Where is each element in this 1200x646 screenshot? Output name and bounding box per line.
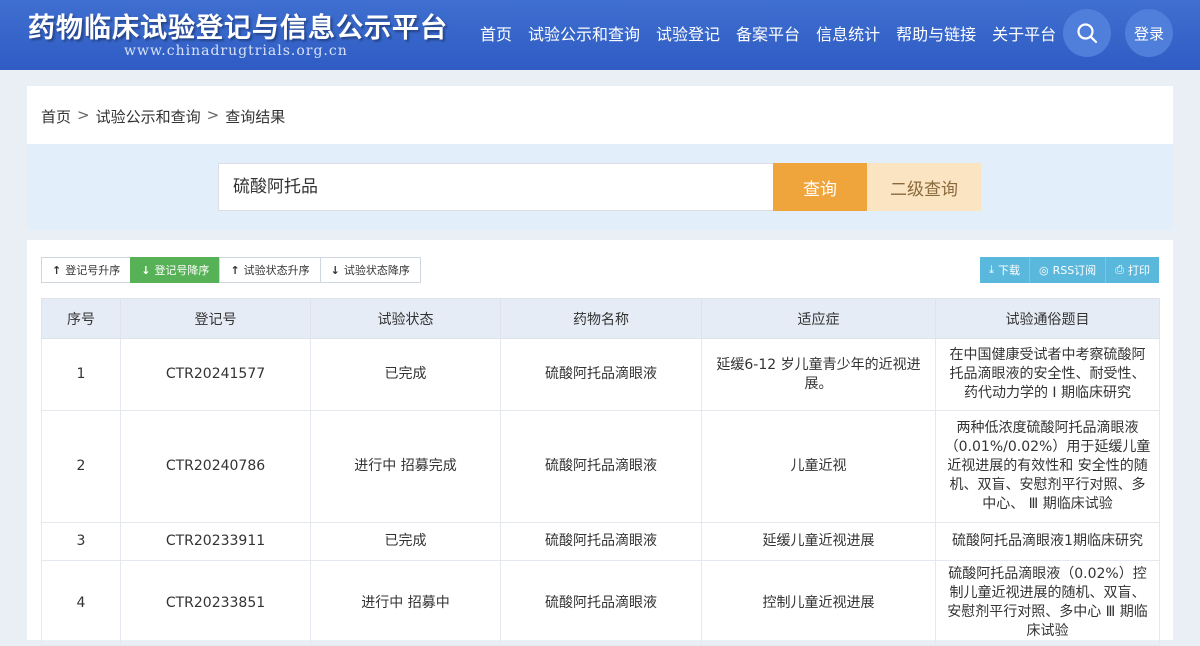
col-header-drug: 药物名称 — [500, 298, 702, 339]
results-table: 序号 登记号 试验状态 药物名称 适应症 试验通俗题目 1 CTR2024157… — [41, 298, 1160, 646]
download-button[interactable]: ⤓ 下载 — [980, 257, 1030, 283]
site-brand[interactable]: 药物临床试验登记与信息公示平台 www.chinadrugtrials.org.… — [28, 6, 448, 59]
nav-trial-registration[interactable]: 试验登记 — [656, 21, 720, 45]
cell-indication: 控制儿童近视进展 — [701, 560, 936, 646]
search-band: 硫酸阿托品 查询 二级查询 — [27, 144, 1173, 230]
sort-bar: ↑ 登记号升序 ↓ 登记号降序 ↑ 试验状态升序 ↓ 试验状态降序 — [41, 257, 421, 283]
breadcrumb-separator: > — [206, 106, 220, 124]
cell-regno[interactable]: CTR20233911 — [120, 522, 311, 561]
col-header-regno: 登记号 — [120, 298, 311, 339]
print-icon: ⎙ — [1115, 263, 1124, 276]
arrow-up-icon: ↑ — [230, 263, 240, 277]
table-header-row: 序号 登记号 试验状态 药物名称 适应症 试验通俗题目 — [41, 298, 1160, 339]
cell-drug: 硫酸阿托品滴眼液 — [500, 338, 702, 411]
cell-index: 1 — [41, 338, 121, 411]
nav-trial-search[interactable]: 试验公示和查询 — [528, 21, 640, 45]
sort-status-asc-button[interactable]: ↑ 试验状态升序 — [219, 257, 321, 283]
query-button[interactable]: 查询 — [773, 163, 867, 211]
breadcrumb-home[interactable]: 首页 — [41, 106, 71, 127]
top-header: 药物临床试验登记与信息公示平台 www.chinadrugtrials.org.… — [0, 0, 1200, 70]
cell-index: 2 — [41, 410, 121, 523]
nav-filing-platform[interactable]: 备案平台 — [736, 21, 800, 45]
col-header-indication: 适应症 — [701, 298, 936, 339]
main-nav: 首页 试验公示和查询 试验登记 备案平台 信息统计 帮助与链接 关于平台 — [480, 0, 1072, 66]
arrow-down-icon: ↓ — [330, 263, 340, 277]
table-row[interactable]: 2 CTR20240786 进行中 招募完成 硫酸阿托品滴眼液 儿童近视 两种低… — [41, 410, 1160, 523]
cell-drug: 硫酸阿托品滴眼液 — [500, 560, 702, 646]
cell-title[interactable]: 两种低浓度硫酸阿托品滴眼液（0.01%/0.02%）用于延缓儿童近视进展的有效性… — [935, 410, 1160, 523]
cell-title[interactable]: 硫酸阿托品滴眼液（0.02%）控制儿童近视进展的随机、双盲、安慰剂平行对照、多中… — [935, 560, 1160, 646]
breadcrumb-current: 查询结果 — [225, 108, 286, 126]
arrow-down-icon: ↓ — [141, 263, 151, 277]
nav-statistics[interactable]: 信息统计 — [816, 21, 880, 45]
breadcrumb-trial-search[interactable]: 试验公示和查询 — [96, 106, 201, 127]
rss-label: RSS订阅 — [1052, 264, 1097, 277]
col-header-index: 序号 — [41, 298, 121, 339]
sort-label: 试验状态降序 — [343, 264, 410, 277]
cell-title[interactable]: 硫酸阿托品滴眼液1期临床研究 — [935, 522, 1160, 561]
cell-status: 已完成 — [310, 338, 501, 411]
sort-regno-desc-button[interactable]: ↓ 登记号降序 — [130, 257, 221, 283]
sort-label: 登记号降序 — [154, 264, 210, 277]
col-header-title: 试验通俗题目 — [935, 298, 1160, 339]
site-title: 药物临床试验登记与信息公示平台 — [28, 13, 448, 44]
cell-status: 进行中 招募中 — [310, 560, 501, 646]
table-row[interactable]: 1 CTR20241577 已完成 硫酸阿托品滴眼液 延缓6-12 岁儿童青少年… — [41, 338, 1160, 411]
table-row[interactable]: 3 CTR20233911 已完成 硫酸阿托品滴眼液 延缓儿童近视进展 硫酸阿托… — [41, 522, 1160, 561]
login-button[interactable]: 登录 — [1125, 9, 1173, 57]
cell-regno[interactable]: CTR20233851 — [120, 560, 311, 646]
cell-status: 已完成 — [310, 522, 501, 561]
rss-button[interactable]: ◎ RSS订阅 — [1029, 257, 1107, 283]
table-row[interactable]: 4 CTR20233851 进行中 招募中 硫酸阿托品滴眼液 控制儿童近视进展 … — [41, 560, 1160, 646]
sort-regno-asc-button[interactable]: ↑ 登记号升序 — [41, 257, 132, 283]
advanced-query-button[interactable]: 二级查询 — [867, 163, 981, 211]
cell-indication: 延缓6-12 岁儿童青少年的近视进展。 — [701, 338, 936, 411]
results-card: ↑ 登记号升序 ↓ 登记号降序 ↑ 试验状态升序 ↓ 试验状态降序 ⤓ 下载 ◎… — [27, 240, 1173, 646]
cell-regno[interactable]: CTR20240786 — [120, 410, 311, 523]
cell-regno[interactable]: CTR20241577 — [120, 338, 311, 411]
site-url: www.chinadrugtrials.org.cn — [124, 43, 348, 59]
header-search-button[interactable] — [1063, 9, 1111, 57]
col-header-status: 试验状态 — [310, 298, 501, 339]
breadcrumb: 首页 > 试验公示和查询 > 查询结果 — [41, 106, 285, 127]
export-toolbar: ⤓ 下载 ◎ RSS订阅 ⎙ 打印 — [980, 257, 1159, 283]
download-label: 下载 — [997, 264, 1020, 277]
download-icon: ⤓ — [989, 263, 994, 276]
cell-index: 3 — [41, 522, 121, 561]
rss-icon: ◎ — [1038, 263, 1049, 277]
sort-status-desc-button[interactable]: ↓ 试验状态降序 — [319, 257, 421, 283]
sort-label: 登记号升序 — [65, 264, 121, 277]
cell-indication: 儿童近视 — [701, 410, 936, 523]
nav-help-links[interactable]: 帮助与链接 — [896, 21, 976, 45]
cell-index: 4 — [41, 560, 121, 646]
cell-drug: 硫酸阿托品滴眼液 — [500, 410, 702, 523]
sort-label: 试验状态升序 — [243, 264, 310, 277]
breadcrumb-card: 首页 > 试验公示和查询 > 查询结果 — [27, 86, 1173, 144]
nav-about[interactable]: 关于平台 — [992, 21, 1056, 45]
search-input[interactable]: 硫酸阿托品 — [218, 163, 774, 211]
print-label: 打印 — [1128, 264, 1150, 277]
breadcrumb-separator: > — [77, 106, 90, 124]
cell-indication: 延缓儿童近视进展 — [701, 522, 936, 561]
arrow-up-icon: ↑ — [52, 263, 62, 277]
cell-status: 进行中 招募完成 — [310, 410, 501, 523]
nav-home[interactable]: 首页 — [480, 21, 512, 45]
print-button[interactable]: ⎙ 打印 — [1106, 257, 1159, 283]
cell-title[interactable]: 在中国健康受试者中考察硫酸阿托品滴眼液的安全性、耐受性、药代动力学的 I 期临床… — [935, 338, 1160, 411]
search-icon — [1077, 23, 1098, 44]
cell-drug: 硫酸阿托品滴眼液 — [500, 522, 702, 561]
